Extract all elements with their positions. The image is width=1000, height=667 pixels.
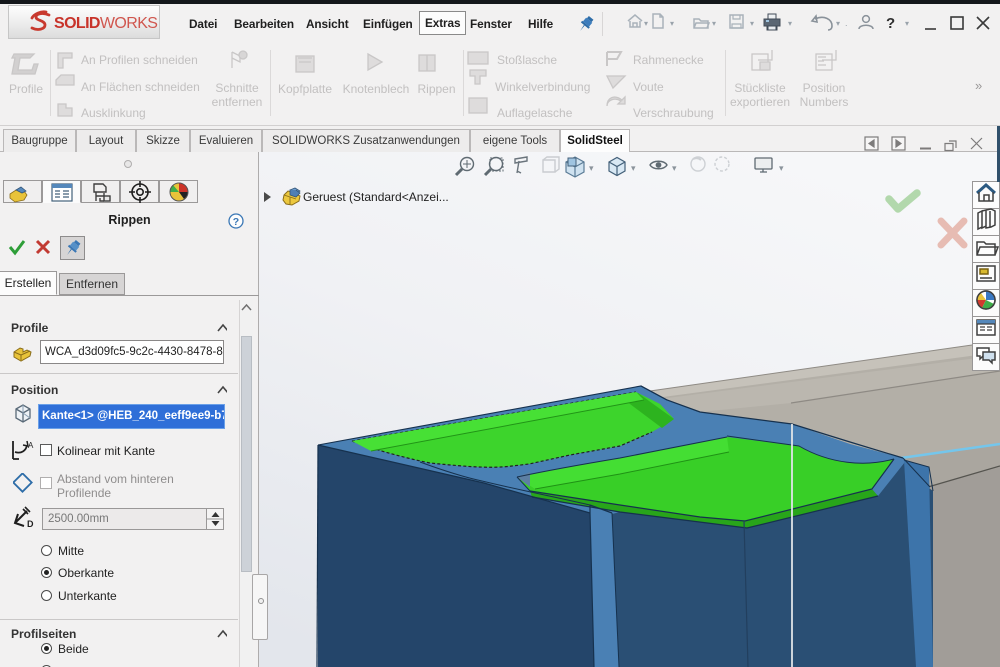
svg-text:▾: ▾ <box>589 163 594 173</box>
svg-text:▾: ▾ <box>750 19 754 28</box>
svg-text:▾: ▾ <box>712 19 716 28</box>
svg-text:D: D <box>27 519 34 529</box>
svg-text:▾: ▾ <box>670 19 674 28</box>
svg-text:▾: ▾ <box>644 19 648 28</box>
svg-text:SOLIDWORKS: SOLIDWORKS <box>54 15 157 32</box>
svg-text:▾: ▾ <box>631 163 636 173</box>
svg-text:▾: ▾ <box>779 163 784 173</box>
svg-text:▾: ▾ <box>905 19 909 28</box>
svg-text:▾: ▾ <box>788 19 792 28</box>
svg-text:?: ? <box>886 15 895 32</box>
svg-text:▾: ▾ <box>836 19 840 28</box>
svg-text:A: A <box>28 441 34 450</box>
svg-text:.: . <box>845 18 848 28</box>
svg-text:▾: ▾ <box>672 163 677 173</box>
svg-text:?: ? <box>233 216 239 228</box>
